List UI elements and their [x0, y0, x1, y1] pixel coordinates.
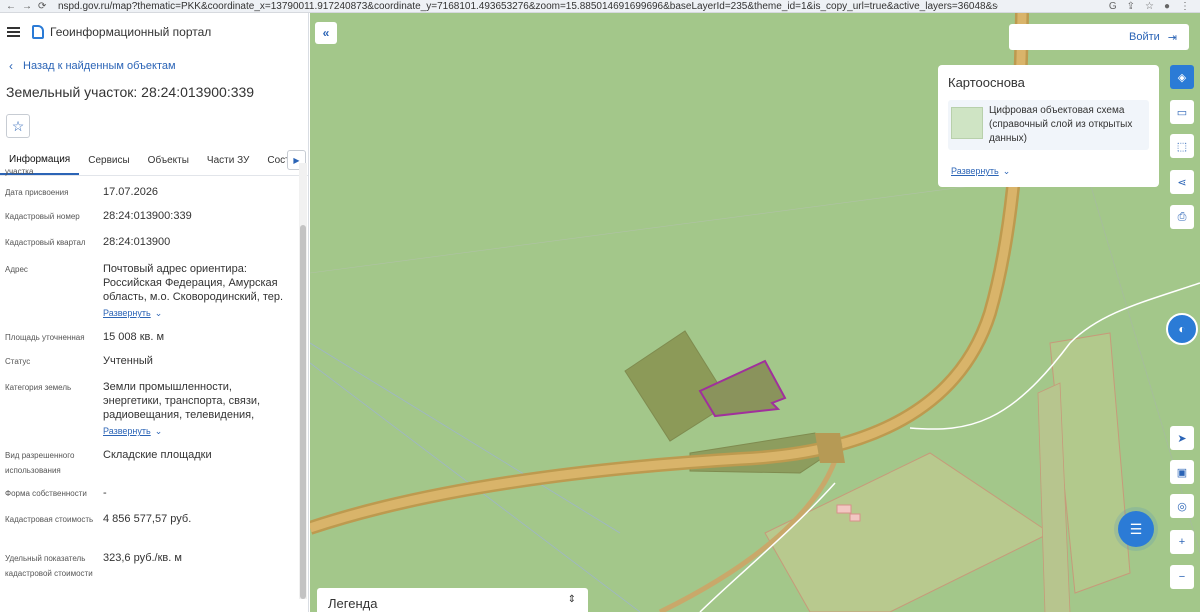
- prop-value: 28:24:013900:339: [103, 210, 192, 222]
- select-area-button[interactable]: ⬚: [1170, 134, 1194, 158]
- chevron-down-icon: ⌄: [154, 426, 163, 436]
- browser-nav: ← → ⟳: [6, 1, 58, 12]
- poi-button[interactable]: ◎: [1170, 494, 1194, 518]
- address-bar[interactable]: nspd.gov.ru/map?thematic=PKK&coordinate_…: [58, 1, 998, 12]
- layers-button[interactable]: ◈: [1170, 65, 1194, 89]
- locate-icon: ➤: [1177, 432, 1187, 445]
- building-shape: [836, 504, 852, 514]
- zoom-in-label: +: [1178, 536, 1186, 548]
- ai-assistant-button[interactable]: ◐: [1166, 313, 1198, 345]
- select-area-icon: ⬚: [1176, 140, 1188, 153]
- page-title: Земельный участок: 28:24:013900:339: [6, 84, 255, 100]
- zoom-out-button[interactable]: −: [1170, 565, 1194, 589]
- prop-value: Земли промышленности, энергетики, трансп…: [103, 381, 261, 421]
- ruler-icon: ▭: [1176, 106, 1188, 119]
- basemap-title: Картооснова: [948, 75, 1025, 90]
- share-icon: ⋖: [1177, 176, 1187, 189]
- login-label: Войти: [1128, 31, 1160, 43]
- prop-label: Площадь уточненная: [5, 333, 85, 342]
- prop-label: Дата присвоения: [5, 188, 69, 197]
- prop-label: Кадастровый квартал: [5, 238, 86, 247]
- prop-label: Статус: [5, 357, 31, 366]
- prop-value: 15 008 кв. м: [103, 331, 165, 343]
- chevron-down-icon: ⌄: [154, 308, 163, 318]
- prop-label: Кадастровая стоимость: [5, 515, 94, 524]
- google-icon[interactable]: G: [1109, 1, 1117, 12]
- back-arrow-icon[interactable]: ←: [6, 1, 16, 12]
- collapse-icon: «: [322, 26, 330, 40]
- forward-arrow-icon[interactable]: →: [22, 1, 32, 12]
- prop-value: 17.07.2026: [103, 186, 159, 198]
- reload-icon[interactable]: ⟳: [38, 1, 46, 12]
- browser-tools: G ⇪ ☆ ● ⋮: [1109, 1, 1200, 12]
- star-icon: ☆: [11, 117, 25, 134]
- prop-value: Складские площадки: [103, 449, 212, 461]
- browser-bar: ← → ⟳ nspd.gov.ru/map?thematic=PKK&coord…: [0, 0, 1200, 13]
- menu-icon[interactable]: [7, 27, 20, 37]
- sort-icon: ⇕: [567, 594, 576, 605]
- zoom-in-button[interactable]: +: [1170, 530, 1194, 554]
- prop-value: Почтовый адрес ориентира: Российская Фед…: [103, 263, 284, 303]
- prop-value: Учтенный: [103, 355, 153, 367]
- legend-label: Легенда: [328, 595, 378, 611]
- zoom-out-label: −: [1178, 571, 1186, 583]
- collapse-panel-button[interactable]: «: [315, 22, 337, 44]
- prop-value: -: [103, 487, 107, 499]
- chevron-left-icon: ‹: [9, 59, 13, 73]
- prop-value: 323,6 руб./кв. м: [103, 552, 182, 564]
- basemap-card: Картооснова Цифровая объектовая схема (с…: [938, 65, 1159, 187]
- poi-icon: ◎: [1177, 500, 1187, 513]
- prop-value: 28:24:013900: [103, 236, 171, 248]
- portal-logo-icon: [32, 25, 44, 39]
- login-button[interactable]: Войти ⇥: [1009, 24, 1189, 50]
- prop-label: Вид разрешенного использования: [5, 451, 75, 475]
- prop-label: Удельный показатель кадастровой стоимост…: [5, 554, 93, 578]
- prop-label: участка: [5, 167, 34, 176]
- prop-label: Категория земель: [5, 383, 72, 392]
- layers-icon: ◈: [1177, 71, 1187, 84]
- back-to-results-link[interactable]: ‹ Назад к найденным объектам: [0, 56, 308, 76]
- map-canvas[interactable]: « Войти ⇥ Картооснова Цифровая объектова…: [310, 13, 1200, 612]
- portal-header: Геоинформационный портал: [0, 13, 308, 51]
- back-link-label: Назад к найденным объектам: [23, 60, 176, 72]
- ai-assistant-icon: ◐: [1178, 322, 1186, 336]
- share-page-icon[interactable]: ⇪: [1127, 1, 1135, 12]
- chevron-down-icon: ⌄: [1002, 166, 1011, 176]
- prop-label: Форма собственности: [5, 489, 87, 498]
- basemap-thumbnail: [951, 107, 983, 139]
- expand-address-link[interactable]: Развернуть: [103, 308, 151, 318]
- expand-category-link[interactable]: Развернуть: [103, 426, 151, 436]
- portal-title: Геоинформационный портал: [50, 25, 212, 39]
- legend-dropdown[interactable]: Легенда ⇕: [317, 588, 588, 612]
- print-button[interactable]: ⎙: [1170, 205, 1194, 229]
- browser-menu-icon[interactable]: ⋮: [1180, 1, 1190, 12]
- share-button[interactable]: ⋖: [1170, 170, 1194, 194]
- road-junction: [815, 433, 845, 463]
- prop-label: Кадастровый номер: [5, 212, 80, 221]
- favorite-button[interactable]: ☆: [6, 114, 30, 138]
- chat-button[interactable]: ☰: [1118, 511, 1154, 547]
- chat-icon: ☰: [1129, 520, 1143, 537]
- prop-label: Адрес: [5, 265, 28, 274]
- scrollbar-thumb[interactable]: [300, 225, 306, 599]
- print-icon: ⎙: [1177, 210, 1187, 223]
- bookmark-star-icon[interactable]: ☆: [1145, 1, 1154, 12]
- locate-button[interactable]: ➤: [1170, 426, 1194, 450]
- minimap-button[interactable]: ▣: [1170, 460, 1194, 484]
- panel-scrollbar[interactable]: [299, 163, 307, 599]
- minimap-icon: ▣: [1176, 466, 1188, 479]
- login-icon: ⇥: [1167, 31, 1177, 44]
- basemap-option[interactable]: Цифровая объектовая схема (справочный сл…: [948, 100, 1149, 150]
- basemap-expand-link[interactable]: Развернуть: [951, 166, 999, 176]
- property-list: участка Дата присвоения 17.07.2026 Кадас…: [0, 163, 298, 599]
- basemap-option-label: Цифровая объектовая схема (справочный сл…: [989, 105, 1133, 144]
- ruler-button[interactable]: ▭: [1170, 100, 1194, 124]
- prop-value: 4 856 577,57 руб.: [103, 513, 192, 525]
- profile-icon[interactable]: ●: [1164, 1, 1170, 12]
- basemap-expand[interactable]: Развернуть ⌄: [951, 165, 1010, 177]
- building-shape: [849, 513, 861, 522]
